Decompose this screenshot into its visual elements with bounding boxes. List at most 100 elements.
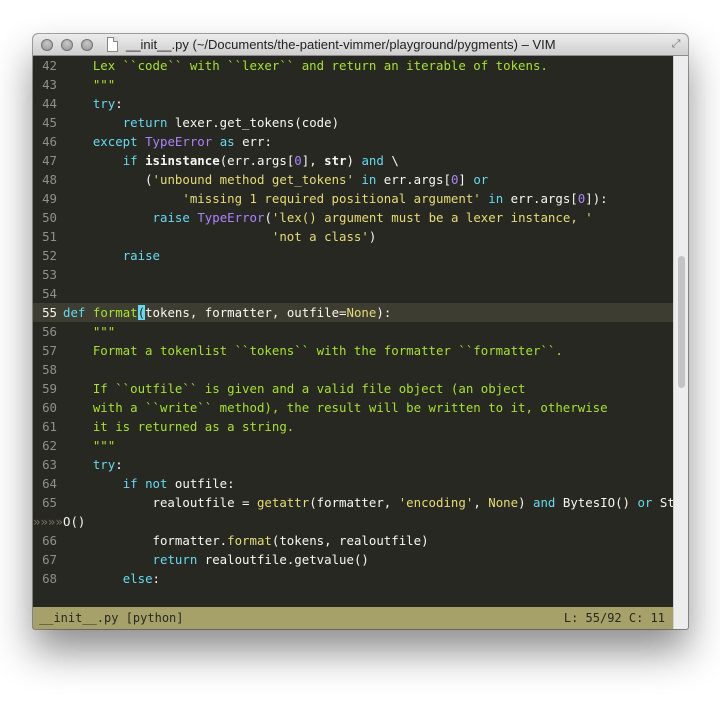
- code-line[interactable]: 49 'missing 1 required positional argume…: [33, 189, 673, 208]
- code-line[interactable]: 44 try:: [33, 94, 673, 113]
- code-line[interactable]: 60 with a ``write`` method), the result …: [33, 398, 673, 417]
- line-number: 44: [42, 96, 57, 111]
- close-button[interactable]: [41, 39, 53, 51]
- code-line[interactable]: 65 realoutfile = getattr(formatter, 'enc…: [33, 493, 673, 512]
- vertical-scrollbar[interactable]: [673, 56, 688, 629]
- code-token: ],: [301, 153, 325, 168]
- code-line[interactable]: 57 Format a tokenlist ``tokens`` with th…: [33, 341, 673, 360]
- code-line[interactable]: 54: [33, 284, 673, 303]
- line-number: 50: [42, 210, 57, 225]
- line-number: 47: [42, 153, 57, 168]
- code-line[interactable]: 63 try:: [33, 455, 673, 474]
- line-number: 61: [42, 419, 57, 434]
- code-token: not: [145, 476, 168, 491]
- code-line[interactable]: 64 if not outfile:: [33, 474, 673, 493]
- line-number: 57: [42, 343, 57, 358]
- line-number: 67: [42, 552, 57, 567]
- code-line[interactable]: 61 it is returned as a string.: [33, 417, 673, 436]
- code-line[interactable]: 58: [33, 360, 673, 379]
- editor-buffer[interactable]: 42 Lex ``code`` with ``lexer`` and retur…: [33, 56, 673, 607]
- code-token: err.args[: [503, 191, 578, 206]
- code-token: else: [122, 571, 153, 586]
- line-number: 46: [42, 134, 57, 149]
- code-token: If ``outfile`` is given and a valid file…: [92, 381, 526, 396]
- line-number: 63: [42, 457, 57, 472]
- code-token: if: [122, 153, 138, 168]
- status-filename: __init__.py [python]: [39, 611, 184, 625]
- code-line[interactable]: 48 ('unbound method get_tokens' in err.a…: [33, 170, 673, 189]
- code-token: and: [533, 495, 556, 510]
- code-token: ): [346, 153, 362, 168]
- fullscreen-icon[interactable]: ⤢: [670, 38, 682, 50]
- scrollbar-thumb[interactable]: [678, 256, 685, 388]
- code-token: Lex ``code`` with ``lexer`` and return a…: [92, 58, 548, 73]
- code-line[interactable]: 68 else:: [33, 569, 673, 588]
- wrap-marker: »»»»: [33, 514, 63, 529]
- code-line[interactable]: 59 If ``outfile`` is given and a valid f…: [33, 379, 673, 398]
- line-number: 56: [42, 324, 57, 339]
- status-cursor-position: L: 55/92 C: 11: [563, 611, 665, 625]
- code-token: def: [63, 305, 86, 320]
- line-number: 59: [42, 381, 57, 396]
- code-token: except: [92, 134, 138, 149]
- code-line[interactable]: 42 Lex ``code`` with ``lexer`` and retur…: [33, 56, 673, 75]
- code-token: format: [227, 533, 272, 548]
- text-cursor: (: [137, 305, 146, 320]
- code-token: return: [152, 552, 198, 567]
- code-line[interactable]: 46 except TypeError as err:: [33, 132, 673, 151]
- code-token: None: [488, 495, 519, 510]
- code-token: (: [63, 172, 153, 187]
- code-line[interactable]: 67 return realoutfile.getvalue(): [33, 550, 673, 569]
- vim-window: __init__.py (~/Documents/the-patient-vim…: [33, 34, 688, 629]
- code-token: 'unbound method get_tokens': [152, 172, 354, 187]
- code-token: :: [115, 96, 123, 111]
- code-line[interactable]: 56 """: [33, 322, 673, 341]
- code-token: err:: [234, 134, 272, 149]
- current-code-line[interactable]: 55 def format(tokens, formatter, outfile=…: [33, 303, 673, 322]
- minimize-button[interactable]: [61, 39, 73, 51]
- code-token: or: [473, 172, 489, 187]
- document-icon[interactable]: [107, 37, 118, 52]
- code-token: realoutfile.getvalue(): [197, 552, 369, 567]
- code-token: ): [368, 229, 377, 244]
- code-token: format: [92, 305, 138, 320]
- code-line[interactable]: 43 """: [33, 75, 673, 94]
- code-token: outfile:: [167, 476, 235, 491]
- code-token: and: [361, 153, 384, 168]
- zoom-button[interactable]: [81, 39, 93, 51]
- code-line[interactable]: 53: [33, 265, 673, 284]
- code-token: err.args[: [376, 172, 451, 187]
- line-number: 64: [42, 476, 57, 491]
- code-line[interactable]: 51 'not a class'): [33, 227, 673, 246]
- code-line[interactable]: 62 """: [33, 436, 673, 455]
- line-number: 52: [42, 248, 57, 263]
- code-token: str: [324, 153, 347, 168]
- title-bar[interactable]: __init__.py (~/Documents/the-patient-vim…: [33, 34, 688, 56]
- line-number: 48: [42, 172, 57, 187]
- code-token: isinstance: [145, 153, 220, 168]
- code-token: raise: [122, 248, 160, 263]
- code-token: (: [264, 210, 272, 225]
- code-line[interactable]: »»»»O(): [33, 512, 673, 531]
- code-line[interactable]: 47 if isinstance(err.args[0], str) and \: [33, 151, 673, 170]
- code-token: (formatter,: [309, 495, 399, 510]
- line-number: 65: [42, 495, 57, 510]
- code-token: 'lex() argument must be a lexer instance…: [271, 210, 593, 225]
- code-token: 'missing 1 required positional argument': [182, 191, 481, 206]
- code-line[interactable]: 45 return lexer.get_tokens(code): [33, 113, 673, 132]
- code-token: try: [92, 96, 116, 111]
- line-number: 43: [42, 77, 57, 92]
- code-line[interactable]: 66 formatter.format(tokens, realoutfile): [33, 531, 673, 550]
- code-token: TypeError: [145, 134, 213, 149]
- code-line[interactable]: 50 raise TypeError('lex() argument must …: [33, 208, 673, 227]
- code-line[interactable]: 52 raise: [33, 246, 673, 265]
